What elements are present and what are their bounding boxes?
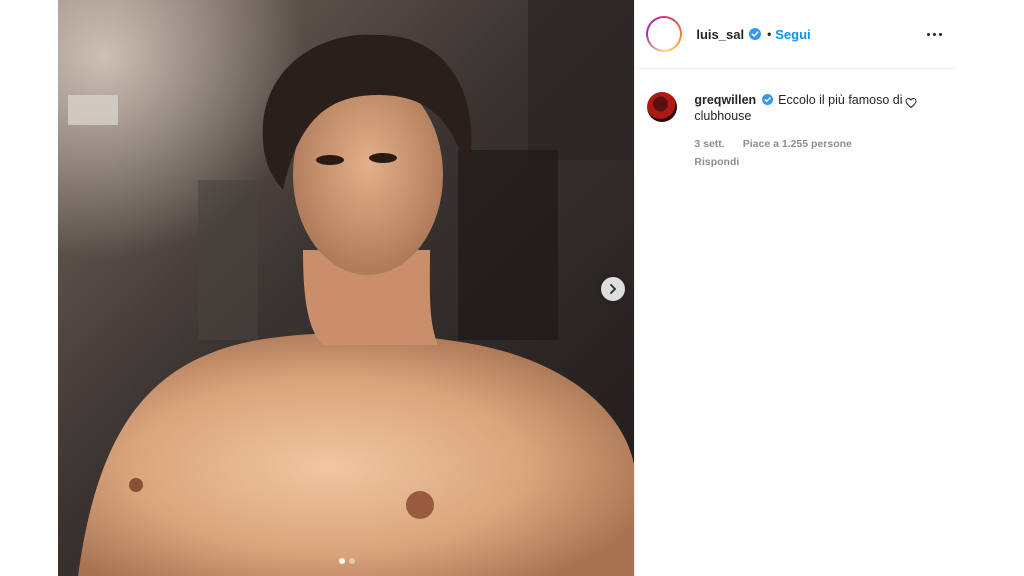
carousel-indicator: [58, 558, 634, 564]
post-header: luis_sal • Segui: [635, 0, 956, 69]
verified-badge-icon: [761, 94, 773, 105]
heart-icon[interactable]: [905, 97, 917, 109]
more-options-button[interactable]: [927, 27, 942, 42]
verified-badge-icon: [749, 28, 762, 40]
reply-button[interactable]: Rispondi: [694, 154, 914, 170]
author-avatar-image: [648, 18, 681, 50]
page: luis_sal • Segui greqwillen Eccolo il pi…: [0, 0, 1024, 576]
follow-button[interactable]: Segui: [775, 27, 810, 42]
more-horizontal-icon: [933, 32, 936, 36]
commenter-username[interactable]: greqwillen: [694, 93, 756, 107]
comment-time[interactable]: 3 sett.: [694, 136, 724, 152]
carousel-dot-active: [338, 558, 345, 564]
comment-likes[interactable]: Piace a 1.255 persone: [743, 136, 852, 152]
post-side-panel: luis_sal • Segui greqwillen Eccolo il pi…: [634, 0, 956, 576]
commenter-avatar[interactable]: [647, 92, 678, 122]
carousel-next-button[interactable]: [601, 277, 625, 301]
more-horizontal-icon: [939, 32, 942, 36]
more-horizontal-icon: [927, 32, 930, 36]
comment-body: greqwillen Eccolo il più famoso di clubh…: [694, 92, 914, 170]
post-photo: [58, 0, 635, 576]
carousel-dot: [348, 558, 355, 564]
author-avatar[interactable]: [646, 16, 683, 52]
comment-meta: 3 sett. Piace a 1.255 persone: [694, 136, 914, 152]
chevron-right-icon: [610, 284, 616, 294]
instagram-post: luis_sal • Segui greqwillen Eccolo il pi…: [58, 0, 956, 576]
post-media[interactable]: [58, 0, 635, 576]
comment: greqwillen Eccolo il più famoso di clubh…: [647, 92, 947, 170]
author-info: luis_sal • Segui: [696, 27, 810, 42]
comment-text-line: greqwillen Eccolo il più famoso di clubh…: [694, 92, 914, 124]
header-separator: •: [767, 27, 772, 41]
author-username[interactable]: luis_sal: [696, 27, 744, 42]
